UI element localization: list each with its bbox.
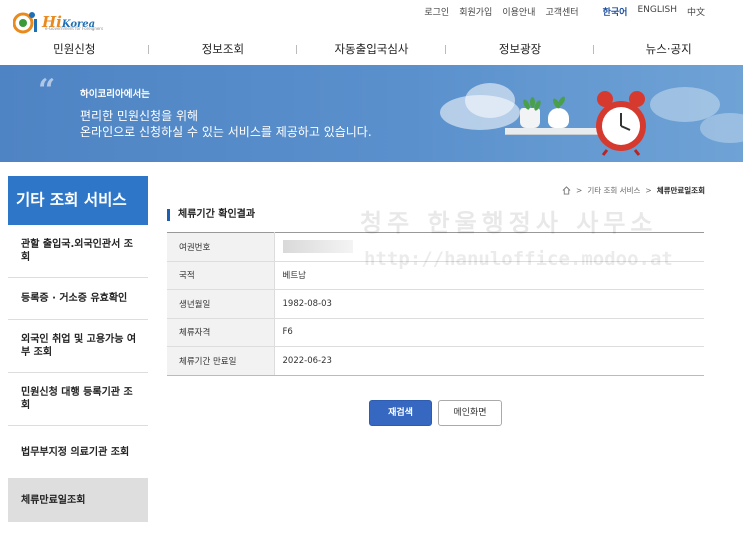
sidebar-title: 기타 조회 서비스 [8,176,148,225]
breadcrumb-item[interactable]: 기타 조회 서비스 [587,185,640,196]
sidebar-item-label: 민원신청 대행 등록기관 조회 [21,387,133,411]
nav-item-info-lookup[interactable]: 정보조회 [149,40,298,62]
sidebar-item-label: 외국인 취업 및 고용가능 여부 조회 [21,334,137,358]
sidebar-item-label: 관할 출입국.외국인관서 조회 [21,239,133,263]
redacted-passport-number [282,240,353,254]
logo-subtitle: e-Government for Foreigners [45,26,104,31]
row-label: 체류자격 [167,318,275,347]
sidebar-item-employment-check[interactable]: 외국인 취업 및 고용가능 여부 조회 [8,320,148,373]
hero-banner: “ 하이코리아에서는 편리한 민원신청을 위해 온라인으로 신청하실 수 있는 … [0,65,743,162]
signup-link[interactable]: 회원가입 [459,5,492,18]
logo-mark-icon [12,10,41,34]
section-title: 체류기간 확인결과 [167,209,255,221]
cloud-decoration [700,113,743,143]
sidebar-item-card-validity[interactable]: 등록증 · 거소증 유효확인 [8,278,148,320]
table-row: 체류자격 F6 [167,318,704,347]
table-row: 생년월일 1982-08-03 [167,289,704,319]
sidebar-item-label: 등록증 · 거소증 유효확인 [21,293,128,304]
nav-item-info-plaza[interactable]: 정보광장 [446,40,595,62]
site-header: HiKorea e-Government for Foreigners 로그인 … [0,0,743,65]
breadcrumb-separator: > [576,186,583,195]
row-label: 국적 [167,261,275,290]
row-value: 1982-08-03 [274,289,704,319]
row-label: 생년월일 [167,289,275,319]
nav-item-auto-immigration[interactable]: 자동출입국심사 [297,40,446,62]
breadcrumb: > 기타 조회 서비스 > 체류만료일조회 [562,185,705,196]
plant-pot-illustration [548,95,569,128]
breadcrumb-current: 체류만료일조회 [656,186,705,195]
quote-mark-icon: “ [38,73,56,108]
watermark-url: http://hanuloffice.modoo.at [364,248,673,270]
sidebar-item-agency-lookup[interactable]: 민원신청 대행 등록기관 조회 [8,373,148,426]
banner-line-1: 편리한 민원신청을 위해 [80,109,199,123]
sidebar-item-medical-institution[interactable]: 법무부지정 의료기관 조회 [8,426,148,479]
login-link[interactable]: 로그인 [424,5,449,18]
customer-center-link[interactable]: 고객센터 [545,5,578,18]
alarm-clock-icon [596,91,646,156]
nav-item-application[interactable]: 민원신청 [0,40,149,62]
row-value: F6 [274,318,704,347]
row-value: 2022-06-23 [274,346,704,376]
sidebar-item-stay-expiry[interactable]: 체류만료일조회 [8,479,148,522]
breadcrumb-separator: > [645,186,652,195]
guide-link[interactable]: 이용안내 [502,5,535,18]
sidebar-item-label: 체류만료일조회 [21,495,86,506]
search-again-button[interactable]: 재검색 [369,400,432,426]
banner-line-2: 온라인으로 신청하실 수 있는 서비스를 제공하고 있습니다. [80,125,372,139]
hikorea-logo[interactable]: HiKorea [12,9,95,35]
main-nav: 민원신청 정보조회 자동출입국심사 정보광장 뉴스·공지 [0,40,743,62]
nav-item-news[interactable]: 뉴스·공지 [594,40,743,62]
lang-korean[interactable]: 한국어 [603,5,628,18]
watermark-text: 청주 한울행정사 사무소 [360,209,658,237]
main-screen-button[interactable]: 메인화면 [438,400,502,426]
utility-links: 로그인 회원가입 이용안내 고객센터 한국어 ENGLISH 中文 [424,5,705,18]
row-label: 체류기간 만료일 [167,346,275,376]
sidebar-item-label: 법무부지정 의료기관 조회 [21,446,130,458]
cloud-decoration [465,83,515,118]
plant-pot-illustration [520,97,543,128]
lang-english[interactable]: ENGLISH [637,5,677,18]
home-icon[interactable] [562,186,571,195]
sidebar-item-immigration-office[interactable]: 관할 출입국.외국인관서 조회 [8,225,148,278]
banner-eyebrow: 하이코리아에서는 [80,89,150,100]
row-label: 여권번호 [167,232,275,262]
lang-chinese[interactable]: 中文 [687,5,705,18]
table-row: 체류기간 만료일 2022-06-23 [167,346,704,376]
